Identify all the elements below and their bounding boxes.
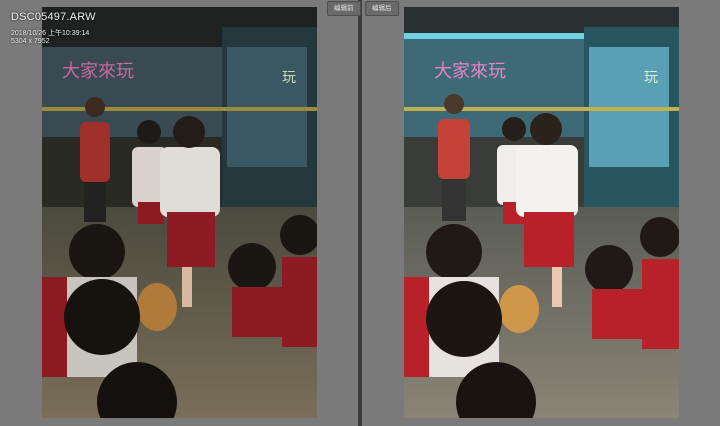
before-label-button[interactable]: 编辑前 [327,1,361,16]
after-label-button[interactable]: 编辑后 [365,1,399,16]
banner-text: 大家來玩 [62,61,134,82]
file-dimensions: 5304 x 7952 [11,38,50,45]
file-name: DSC05497.ARW [11,11,96,23]
file-datetime: 2018/10/26 上午10:39:14 [11,30,90,37]
banner-text: 大家來玩 [434,61,506,82]
banner-side-text: 玩 [644,70,658,86]
banner-side-text: 玩 [282,70,296,86]
before-photo: 大家來玩 玩 [42,7,317,418]
after-photo: 大家來玩 玩 [404,7,679,418]
